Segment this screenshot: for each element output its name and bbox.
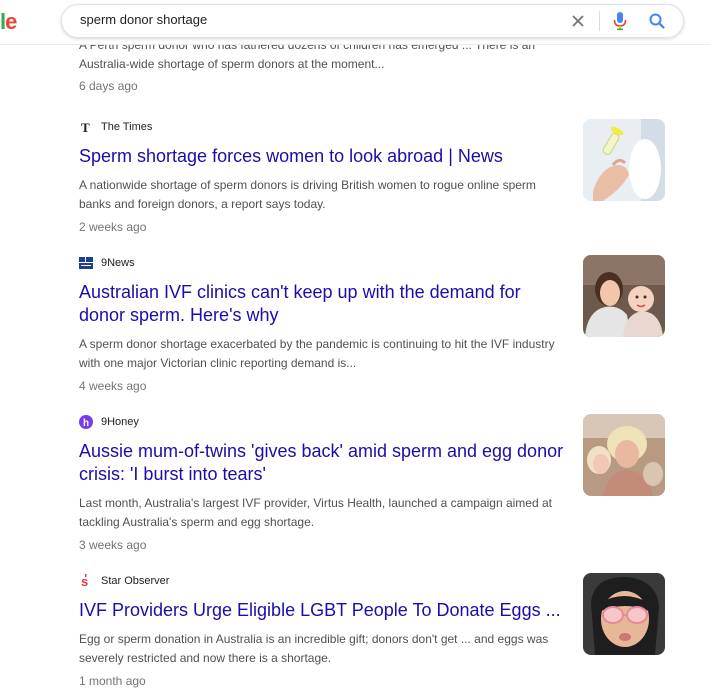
result-source[interactable]: h 9Honey [79,414,669,430]
result-title-link[interactable]: Sperm shortage forces women to look abro… [79,145,569,168]
9honey-icon: h [79,415,93,429]
search-input[interactable] [80,12,540,27]
result-date: 3 weeks ago [79,538,147,552]
microphone-icon[interactable] [613,11,627,31]
svg-text:h: h [83,418,89,429]
test-tube-hand-thumbnail[interactable] [583,119,665,201]
result-title-link[interactable]: IVF Providers Urge Eligible LGBT People … [79,599,569,622]
result-source[interactable]: s Star Observer [79,573,669,589]
mum-twins-thumbnail[interactable] [583,414,665,496]
result-source[interactable]: 9News [79,255,669,271]
close-icon[interactable] [570,13,586,29]
top-result-date: 6 days ago [79,79,138,93]
result-snippet: Egg or sperm donation in Australia is an… [79,632,549,665]
result-snippet: Last month, Australia's largest IVF prov… [79,496,552,529]
google-logo[interactable]: le [0,9,17,35]
result-source-name: 9News [101,257,135,269]
result-source-name: 9Honey [101,416,139,428]
news-result: T The Times Sperm shortage forces women … [79,119,669,235]
search-divider [599,11,600,31]
news-result: h 9Honey Aussie mum-of-twins 'gives back… [79,414,669,553]
mother-baby-thumbnail[interactable] [583,255,665,337]
result-snippet: A sperm donor shortage exacerbated by th… [79,337,555,370]
svg-text:T: T [81,121,90,133]
search-icon[interactable] [648,12,666,30]
result-title-link[interactable]: Aussie mum-of-twins 'gives back' amid sp… [79,440,569,486]
the-times-icon: T [79,120,93,134]
result-title-link[interactable]: Australian IVF clinics can't keep up wit… [79,281,569,327]
search-header: le [0,0,710,45]
search-box [61,4,684,38]
result-source-name: Star Observer [101,575,170,587]
result-source-name: The Times [101,121,153,133]
result-date: 2 weeks ago [79,220,147,234]
news-result: s Star Observer IVF Providers Urge Eligi… [79,573,669,689]
9news-icon [79,256,93,270]
star-observer-icon: s [79,574,93,588]
result-snippet: A nationwide shortage of sperm donors is… [79,178,536,211]
svg-text:s: s [81,574,88,588]
result-source[interactable]: T The Times [79,119,669,135]
child-glasses-thumbnail[interactable] [583,573,665,655]
result-date: 4 weeks ago [79,379,147,393]
result-date: 1 month ago [79,674,146,688]
news-result: 9News Australian IVF clinics can't keep … [79,255,669,394]
